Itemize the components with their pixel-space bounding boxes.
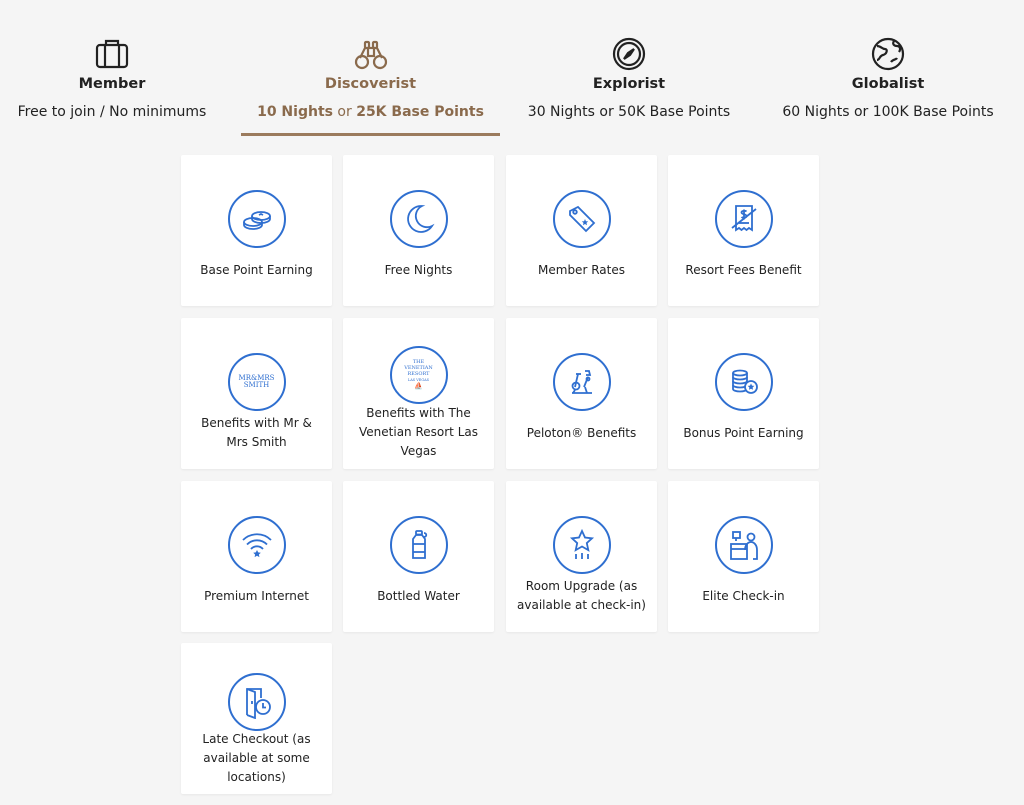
exercise-bike-icon xyxy=(552,353,611,411)
tier-name: Discoverist xyxy=(324,76,417,92)
benefit-label: Room Upgrade (as available at check-in) xyxy=(517,579,646,612)
benefit-card-elite-check-in[interactable]: Elite Check-in xyxy=(668,481,819,632)
benefit-label: Elite Check-in xyxy=(702,589,785,603)
benefit-label: Bonus Point Earning xyxy=(683,426,804,440)
water-bottle-icon xyxy=(389,516,448,574)
tier-name: Explorist xyxy=(592,76,666,92)
nights-requirement: 10 Nights xyxy=(257,104,333,120)
benefit-card-venetian-resort[interactable]: THE VENETIAN RESORT LAS VEGAS ⛵ Benefits… xyxy=(343,318,494,469)
tier-requirement: 30 Nights or 50K Base Points xyxy=(527,104,731,120)
benefit-label: Peloton® Benefits xyxy=(526,426,637,440)
coins-icon xyxy=(227,190,286,248)
benefit-label: Base Point Earning xyxy=(200,263,313,277)
benefit-card-free-nights[interactable]: Free Nights xyxy=(343,155,494,306)
points-requirement: 25K Base Points xyxy=(356,104,484,120)
tier-name: Globalist xyxy=(851,76,925,92)
star-upgrade-icon xyxy=(552,516,611,574)
front-desk-icon xyxy=(714,516,773,574)
requirement-separator: or xyxy=(332,104,357,120)
wifi-star-icon xyxy=(227,516,286,574)
tier-name: Member xyxy=(78,76,146,92)
benefit-card-peloton[interactable]: Peloton® Benefits xyxy=(506,318,657,469)
benefit-card-member-rates[interactable]: Member Rates xyxy=(506,155,657,306)
tier-tabs: Member Free to join / No minimums Discov… xyxy=(0,0,1024,140)
benefit-label: Free Nights xyxy=(384,263,453,277)
benefit-card-resort-fees-benefit[interactable]: Resort Fees Benefit xyxy=(668,155,819,306)
globe-icon xyxy=(868,34,908,74)
compass-icon xyxy=(609,34,649,74)
benefit-card-premium-internet[interactable]: Premium Internet xyxy=(181,481,332,632)
moon-icon xyxy=(389,190,448,248)
benefit-label: Premium Internet xyxy=(204,589,309,603)
benefit-card-room-upgrade[interactable]: Room Upgrade (as available at check-in) xyxy=(506,481,657,632)
benefit-label: Late Checkout (as available at some loca… xyxy=(202,732,311,784)
venetian-resort-logo: THE VENETIAN RESORT LAS VEGAS ⛵ xyxy=(389,346,448,404)
active-tab-indicator xyxy=(241,133,500,136)
tier-requirement: 60 Nights or 100K Base Points xyxy=(782,104,994,120)
benefit-label: Benefits with The Venetian Resort Las Ve… xyxy=(359,406,478,458)
binoculars-icon xyxy=(351,34,391,74)
benefit-card-late-checkout[interactable]: Late Checkout (as available at some loca… xyxy=(181,643,332,794)
tab-globalist[interactable]: Globalist 60 Nights or 100K Base Points xyxy=(775,0,1001,138)
benefit-label: Benefits with Mr & Mrs Smith xyxy=(201,416,312,449)
price-tag-icon xyxy=(552,190,611,248)
benefit-label: Resort Fees Benefit xyxy=(685,263,802,277)
benefit-label: Bottled Water xyxy=(377,589,460,603)
no-fee-receipt-icon xyxy=(714,190,773,248)
benefit-card-mr-mrs-smith[interactable]: MR&MRS SMITH Benefits with Mr & Mrs Smit… xyxy=(181,318,332,469)
benefit-card-base-point-earning[interactable]: Base Point Earning xyxy=(181,155,332,306)
benefit-card-bonus-point-earning[interactable]: Bonus Point Earning xyxy=(668,318,819,469)
logo-line: SMITH xyxy=(243,381,270,389)
mr-mrs-smith-logo: MR&MRS SMITH xyxy=(227,353,286,411)
tier-requirement: 10 Nights or 25K Base Points xyxy=(241,104,500,120)
benefit-card-bottled-water[interactable]: Bottled Water xyxy=(343,481,494,632)
tier-requirement: Free to join / No minimums xyxy=(17,104,207,120)
tab-explorist[interactable]: Explorist 30 Nights or 50K Base Points xyxy=(516,0,742,138)
door-clock-icon xyxy=(227,673,286,731)
tab-member[interactable]: Member Free to join / No minimums xyxy=(0,0,224,138)
briefcase-icon xyxy=(92,34,132,74)
coin-stack-star-icon xyxy=(714,353,773,411)
tab-discoverist[interactable]: Discoverist 10 Nights or 25K Base Points xyxy=(241,0,500,138)
gondola-icon: ⛵ xyxy=(414,381,423,390)
benefit-label: Member Rates xyxy=(538,263,625,277)
logo-line: RESORT xyxy=(407,370,430,377)
